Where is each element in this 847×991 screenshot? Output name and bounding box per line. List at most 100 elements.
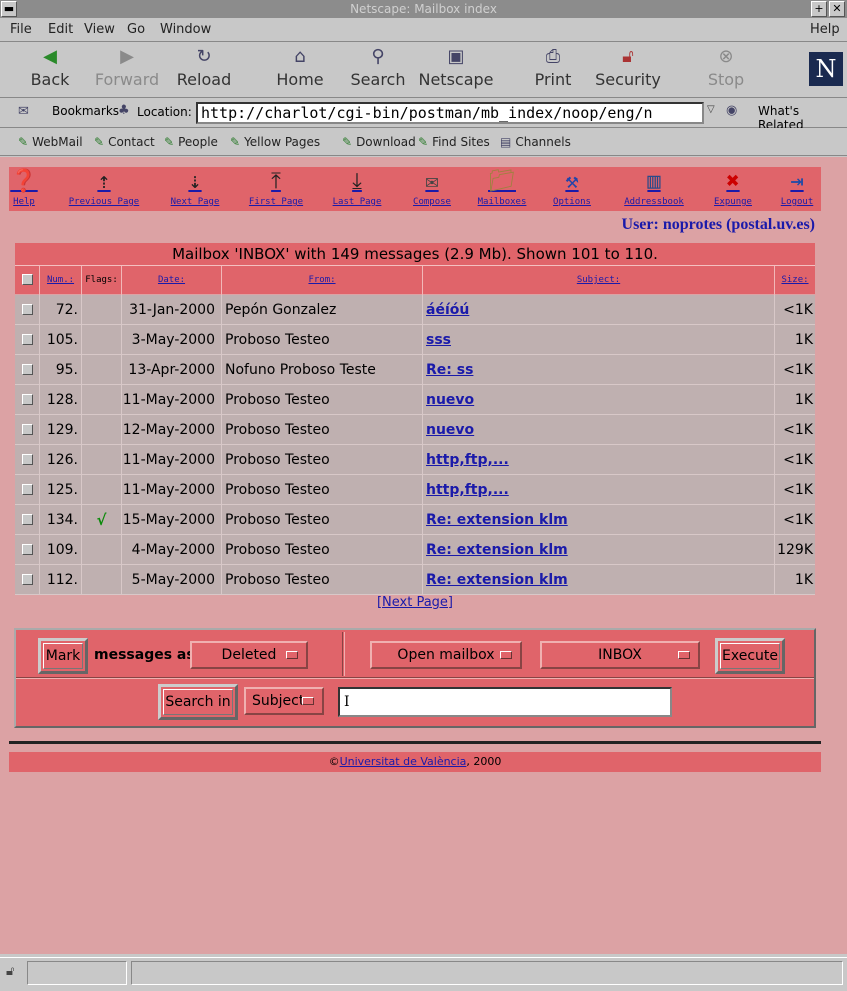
cell-subject[interactable]: http,ftp,... [423, 445, 775, 475]
divider [9, 741, 821, 744]
message-checkbox[interactable] [22, 364, 33, 375]
menu-file[interactable]: File [10, 22, 32, 37]
contact-link[interactable]: ✎ Contact [94, 135, 155, 149]
close-icon[interactable]: ✕ [829, 1, 845, 17]
column-size[interactable]: Size: [775, 266, 815, 295]
previous-page-tool[interactable]: ⇡ Previous Page [61, 167, 147, 207]
column-from[interactable]: From: [222, 266, 423, 295]
compose-tool[interactable]: ✉ Compose [407, 167, 457, 207]
cell-subject[interactable]: nuevo [423, 415, 775, 445]
menu-view[interactable]: View [84, 22, 115, 37]
next-page-tool[interactable]: ⇣ Next Page [163, 167, 227, 207]
message-checkbox[interactable] [22, 424, 33, 435]
reload-button[interactable]: ↻ Reload [168, 44, 240, 96]
mailbox-select[interactable]: INBOX [540, 641, 700, 669]
cell-date: 31-Jan-2000 [122, 295, 222, 325]
menu-edit[interactable]: Edit [48, 22, 73, 37]
cell-size: <1K [775, 445, 815, 475]
menu-help[interactable]: Help [810, 22, 840, 37]
cell-subject[interactable]: Re: extension klm [423, 505, 775, 535]
people-link[interactable]: ✎ People [164, 135, 218, 149]
yellow-pages-link[interactable]: ✎ Yellow Pages [230, 135, 320, 149]
print-button[interactable]: ⎙ Print [517, 44, 589, 96]
cell-subject[interactable]: áéíóú [423, 295, 775, 325]
cell-num: 95. [40, 355, 82, 385]
cell-subject[interactable]: nuevo [423, 385, 775, 415]
message-checkbox[interactable] [22, 454, 33, 465]
message-checkbox[interactable] [22, 574, 33, 585]
home-button[interactable]: ⌂ Home [264, 44, 336, 96]
logout-tool[interactable]: ⇥ Logout [777, 167, 817, 207]
subject-link[interactable]: http,ftp,... [426, 482, 509, 498]
subject-link[interactable]: Re: extension klm [426, 572, 568, 588]
subject-link[interactable]: nuevo [426, 392, 474, 408]
addressbook-tool[interactable]: ▥ Addressbook [619, 167, 689, 207]
window-menu-icon[interactable]: ▬ [1, 1, 17, 17]
options-tool[interactable]: ⚒ Options [549, 167, 595, 207]
bookmarks-button[interactable]: Bookmarks [52, 104, 119, 118]
university-link[interactable]: Universitat de València [340, 755, 467, 768]
message-checkbox[interactable] [22, 544, 33, 555]
forward-button[interactable]: ▶ Forward [91, 44, 163, 96]
subject-link[interactable]: áéíóú [426, 302, 469, 318]
folder-icon: 📁︎ [488, 169, 516, 194]
channels-link[interactable]: ▤ Channels [500, 135, 571, 149]
cell-subject[interactable]: sss [423, 325, 775, 355]
mark-button[interactable]: Mark [38, 638, 88, 674]
mark-as-select[interactable]: Deleted [190, 641, 308, 669]
table-row: 95. 13-Apr-2000 Nofuno Proboso Teste Re: ss… [15, 355, 815, 385]
last-page-tool[interactable]: ⤓ Last Page [327, 167, 387, 207]
menu-window[interactable]: Window [160, 22, 211, 37]
mailboxes-tool[interactable]: 📁︎ Mailboxes [473, 167, 531, 207]
subject-link[interactable]: Re: extension klm [426, 542, 568, 558]
select-all-checkbox[interactable] [22, 274, 33, 285]
cell-num: 129. [40, 415, 82, 445]
reload-icon: ↻ [196, 46, 212, 67]
subject-link[interactable]: sss [426, 332, 451, 348]
select-cell [15, 415, 40, 445]
message-checkbox[interactable] [22, 334, 33, 345]
cell-text: 5-May-2000 [131, 572, 215, 588]
stop-button[interactable]: ⊗ Stop [690, 44, 762, 96]
next-page-link[interactable]: [Next Page] [0, 595, 830, 610]
subject-link[interactable]: Re: extension klm [426, 512, 568, 528]
message-checkbox[interactable] [22, 304, 33, 315]
find-sites-link[interactable]: ✎ Find Sites [418, 135, 490, 149]
help-tool[interactable]: ❓ Help [9, 167, 39, 207]
maximize-icon[interactable]: + [811, 1, 827, 17]
netscape-button[interactable]: ▣ Netscape [416, 44, 496, 96]
cell-subject[interactable]: http,ftp,... [423, 475, 775, 505]
back-button[interactable]: ◀ Back [14, 44, 86, 96]
column-date[interactable]: Date: [122, 266, 222, 295]
message-checkbox[interactable] [22, 394, 33, 405]
cell-text: 112. [46, 572, 78, 588]
stop-icon: ⊗ [718, 46, 734, 67]
subject-link[interactable]: http,ftp,... [426, 452, 509, 468]
search-in-button[interactable]: Search in [158, 684, 238, 720]
menu-go[interactable]: Go [127, 22, 145, 37]
security-button[interactable]: 🔓︎ Security [592, 44, 664, 96]
security-lock-icon[interactable]: 🔓︎ [6, 964, 14, 979]
cell-subject[interactable]: Re: ss [423, 355, 775, 385]
action-select[interactable]: Open mailbox [370, 641, 522, 669]
expunge-tool[interactable]: ✖ Expunge [709, 167, 757, 207]
select-cell [15, 475, 40, 505]
search-button[interactable]: ⚲ Search [342, 44, 414, 96]
execute-button[interactable]: Execute [715, 638, 785, 674]
search-field-select[interactable]: Subject [244, 687, 324, 715]
message-checkbox[interactable] [22, 514, 33, 525]
download-link[interactable]: ✎ Download [342, 135, 416, 149]
column-num[interactable]: Num.: [40, 266, 82, 295]
first-page-tool[interactable]: ⤒ First Page [242, 167, 310, 207]
search-text-input[interactable]: I [338, 687, 672, 717]
location-url-input[interactable]: http://charlot/cgi-bin/postman/mb_index/… [196, 102, 704, 124]
history-dropdown-icon[interactable]: ▽ [707, 104, 715, 115]
message-checkbox[interactable] [22, 484, 33, 495]
subject-link[interactable]: nuevo [426, 422, 474, 438]
cell-subject[interactable]: Re: extension klm [423, 565, 775, 595]
column-subject[interactable]: Subject: [423, 266, 775, 295]
cell-size: <1K [775, 475, 815, 505]
webmail-link[interactable]: ✎ WebMail [18, 135, 83, 149]
cell-subject[interactable]: Re: extension klm [423, 535, 775, 565]
subject-link[interactable]: Re: ss [426, 362, 473, 378]
